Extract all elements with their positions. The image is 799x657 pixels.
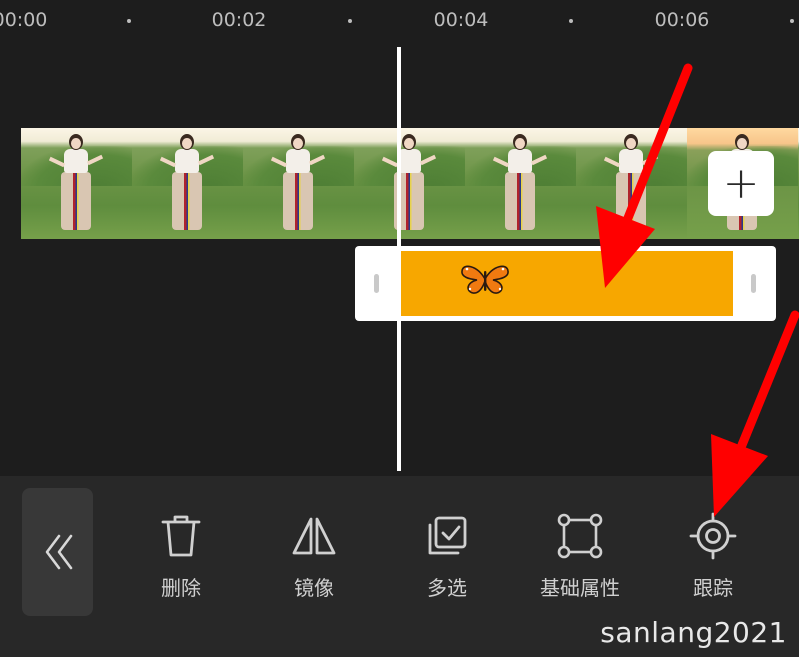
tracking-label: 跟踪 [693, 576, 733, 600]
tracking-icon [689, 512, 737, 560]
video-track[interactable] [21, 128, 799, 239]
timeline-area: 00:00 00:02 00:04 00:06 + [0, 0, 799, 476]
add-clip-button[interactable]: + [708, 151, 774, 216]
ruler-dot [569, 19, 573, 23]
ruler-label: 00:02 [211, 9, 267, 31]
ruler-dot [790, 19, 794, 23]
video-thumbnail [243, 128, 354, 239]
ruler-dot [127, 19, 131, 23]
playhead[interactable] [397, 47, 401, 471]
sticker-clip-body[interactable] [401, 251, 733, 316]
sticker-clip[interactable] [355, 246, 776, 321]
back-button[interactable] [22, 488, 93, 616]
butterfly-sticker-icon [461, 265, 509, 294]
multi-select-icon [428, 516, 467, 555]
basic-properties-button[interactable]: 基础属性 [525, 512, 635, 601]
watermark: sanlang2021 [600, 616, 787, 649]
basic-properties-label: 基础属性 [540, 576, 620, 600]
mirror-label: 镜像 [294, 576, 334, 600]
time-ruler[interactable]: 00:00 00:02 00:04 00:06 [0, 0, 799, 44]
tracking-button[interactable]: 跟踪 [658, 512, 768, 601]
video-thumbnail [21, 128, 132, 239]
mirror-button[interactable]: 镜像 [259, 512, 369, 601]
double-chevron-left-icon [45, 534, 72, 570]
delete-label: 删除 [161, 576, 201, 600]
multi-select-button[interactable]: 多选 [392, 512, 502, 601]
ruler-dot [348, 19, 352, 23]
video-thumbnail [354, 128, 465, 239]
video-thumbnail [132, 128, 243, 239]
trim-handle-right[interactable] [751, 274, 756, 293]
video-thumbnail [465, 128, 576, 239]
video-thumbnail [576, 128, 687, 239]
ruler-label: 00:04 [433, 9, 489, 31]
trash-icon [161, 515, 201, 557]
multi-select-label: 多选 [427, 576, 467, 600]
basic-properties-icon [557, 513, 603, 559]
delete-button[interactable]: 删除 [126, 512, 236, 601]
trim-handle-left[interactable] [374, 274, 379, 293]
mirror-icon [292, 517, 336, 555]
ruler-label: 00:06 [654, 9, 710, 31]
ruler-label: 00:00 [0, 9, 48, 31]
